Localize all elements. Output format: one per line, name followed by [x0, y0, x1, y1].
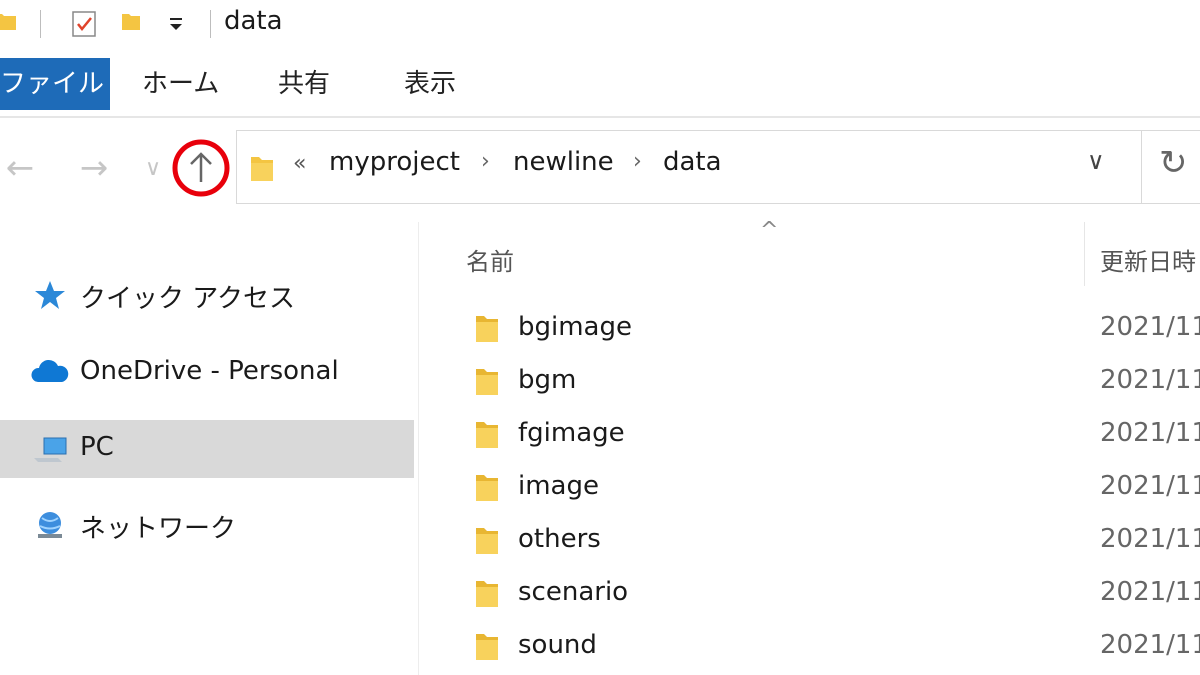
- folder-icon: [476, 581, 498, 607]
- folder-name: scenario: [518, 577, 629, 607]
- back-arrow-icon: ←: [5, 148, 35, 188]
- list-item[interactable]: sound 2021/11: [420, 622, 1200, 674]
- tab-home[interactable]: ホーム: [142, 58, 219, 110]
- folder-name: bgm: [518, 365, 577, 395]
- folder-name: bgimage: [518, 312, 632, 342]
- nav-item-quick-access[interactable]: クイック アクセス: [0, 266, 414, 324]
- nav-item-onedrive[interactable]: OneDrive - Personal: [0, 344, 414, 402]
- overflow-chevron-icon[interactable]: «: [293, 151, 306, 176]
- list-item[interactable]: others 2021/11: [420, 516, 1200, 568]
- chevron-right-icon[interactable]: ›: [481, 149, 490, 174]
- folder-name: others: [518, 524, 601, 554]
- tab-view[interactable]: 表示: [404, 58, 456, 110]
- column-header-date[interactable]: 更新日時: [1100, 242, 1196, 277]
- ribbon-tabs: ファイル ホーム 共有 表示: [0, 58, 1200, 114]
- new-folder-icon[interactable]: [120, 10, 142, 32]
- nav-item-label: クイック アクセス: [80, 284, 295, 314]
- navigation-pane: クイック アクセス OneDrive - Personal PC ネットワーク: [0, 222, 418, 675]
- breadcrumb-newline[interactable]: newline: [513, 147, 614, 177]
- properties-icon[interactable]: [70, 10, 98, 38]
- modified-date: 2021/11: [1100, 418, 1200, 448]
- chevron-down-icon: ∨: [144, 155, 162, 181]
- folder-name: fgimage: [518, 418, 625, 448]
- nav-item-network[interactable]: ネットワーク: [0, 496, 414, 554]
- folder-icon: [476, 528, 498, 554]
- forward-button[interactable]: →: [74, 128, 114, 208]
- list-item[interactable]: bgm 2021/11: [420, 357, 1200, 409]
- back-button[interactable]: ←: [0, 128, 40, 208]
- breadcrumb-data[interactable]: data: [663, 147, 722, 177]
- forward-arrow-icon: →: [79, 148, 109, 188]
- address-bar[interactable]: « myproject › newline › data ∨ ↻: [236, 130, 1200, 204]
- nav-item-label: PC: [80, 432, 114, 462]
- folder-icon: [476, 475, 498, 501]
- folder-name: image: [518, 471, 599, 501]
- title-separator: [210, 10, 211, 38]
- folder-icon: [0, 14, 16, 30]
- tab-file[interactable]: ファイル: [0, 58, 110, 110]
- breadcrumb-myproject[interactable]: myproject: [329, 147, 460, 177]
- folder-icon: [476, 422, 498, 448]
- folder-icon: [476, 316, 498, 342]
- ribbon-divider: [0, 116, 1200, 118]
- chevron-right-icon[interactable]: ›: [633, 149, 642, 174]
- folder-icon: [476, 369, 498, 395]
- pane-divider[interactable]: [418, 222, 419, 675]
- modified-date: 2021/11: [1100, 471, 1200, 501]
- refresh-icon[interactable]: ↻: [1159, 143, 1188, 183]
- title-separator: [40, 10, 41, 38]
- modified-date: 2021/11: [1100, 312, 1200, 342]
- column-header-name[interactable]: 名前: [466, 242, 514, 277]
- file-explorer-window: data ファイル ホーム 共有 表示 ← → ∨ « myproject › …: [0, 0, 1200, 675]
- title-bar: data: [0, 0, 1200, 50]
- recent-locations-button[interactable]: ∨: [138, 128, 168, 208]
- cloud-icon: [31, 359, 69, 382]
- up-arrow-icon: [190, 152, 212, 182]
- nav-item-pc[interactable]: PC: [0, 420, 414, 478]
- nav-item-label: ネットワーク: [80, 514, 237, 544]
- folder-name: sound: [518, 630, 597, 660]
- column-divider[interactable]: [1084, 222, 1085, 286]
- modified-date: 2021/11: [1100, 577, 1200, 607]
- list-item[interactable]: scenario 2021/11: [420, 569, 1200, 621]
- sort-ascending-icon: ^: [760, 218, 779, 243]
- folder-icon: [476, 634, 498, 660]
- modified-date: 2021/11: [1100, 365, 1200, 395]
- tab-share[interactable]: 共有: [278, 58, 330, 110]
- network-icon: [38, 512, 62, 538]
- window-title: data: [224, 6, 283, 36]
- nav-item-label: OneDrive - Personal: [80, 356, 339, 386]
- modified-date: 2021/11: [1100, 630, 1200, 660]
- address-divider: [1141, 131, 1142, 203]
- navigation-bar: ← → ∨ « myproject › newline › data ∨ ↻: [0, 128, 1200, 208]
- up-button[interactable]: [171, 138, 231, 198]
- list-item[interactable]: bgimage 2021/11: [420, 304, 1200, 356]
- star-icon: [35, 281, 65, 309]
- computer-icon: [34, 437, 67, 462]
- list-item[interactable]: image 2021/11: [420, 463, 1200, 515]
- list-item[interactable]: fgimage 2021/11: [420, 410, 1200, 462]
- customize-toolbar-icon[interactable]: [166, 12, 186, 34]
- folder-icon: [251, 157, 273, 181]
- tab-label: ファイル: [0, 69, 105, 99]
- modified-date: 2021/11: [1100, 524, 1200, 554]
- address-dropdown-icon[interactable]: ∨: [1087, 147, 1105, 175]
- file-list: ^ 名前 更新日時 bgimage 2021/11 bgm 2021/11 fg…: [420, 218, 1200, 675]
